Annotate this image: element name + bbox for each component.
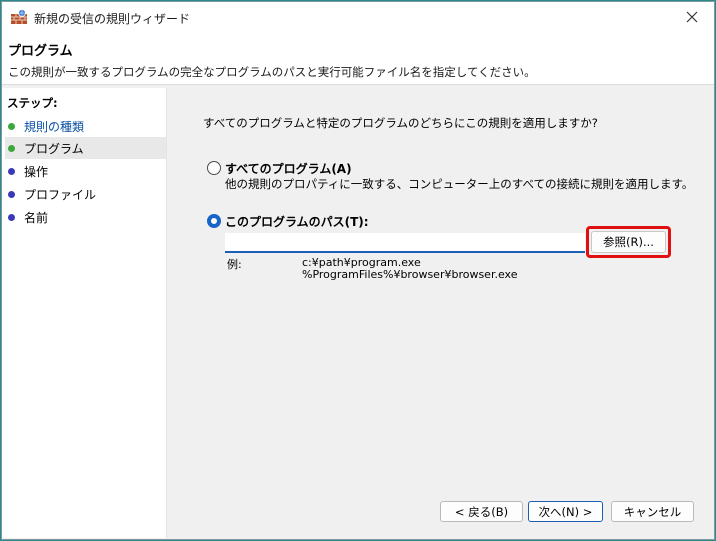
title-bar: 新規の受信の規則ウィザード (2, 2, 714, 32)
page-title: プログラム (8, 44, 73, 59)
step-status-icon (8, 167, 15, 175)
step-status-icon (8, 122, 15, 130)
steps-title: ステップ: (7, 96, 58, 110)
back-button[interactable]: < 戻る(B) (440, 501, 523, 522)
step-status-icon (8, 213, 15, 221)
close-button[interactable] (670, 2, 714, 32)
step-profile: プロファイル (5, 183, 166, 205)
step-action: 操作 (5, 160, 166, 182)
wizard-window: 新規の受信の規則ウィザード プログラム この規則が一致するプログラムの完全なプロ… (1, 1, 715, 540)
page-description: この規則が一致するプログラムの完全なプログラムのパスと実行可能ファイル名を指定し… (8, 65, 536, 79)
steps-sidebar: ステップ: 規則の種類 プログラム 操作 プロファイル 名前 (2, 88, 167, 538)
step-label: 規則の種類 (24, 119, 85, 134)
step-name: 名前 (5, 206, 166, 228)
main-content: すべてのプログラムと特定のプログラムのどちらにこの規則を適用しますか? すべての… (168, 88, 714, 538)
window-title: 新規の受信の規則ウィザード (34, 12, 191, 26)
step-label: プログラム (24, 141, 84, 156)
cancel-button[interactable]: キャンセル (611, 501, 694, 522)
program-path-input[interactable] (225, 233, 585, 253)
example-path-2: %ProgramFiles%¥browser¥browser.exe (302, 268, 518, 281)
scope-question: すべてのプログラムと特定のプログラムのどちらにこの規則を適用しますか? (203, 116, 598, 130)
close-icon (686, 11, 698, 23)
step-label: 名前 (24, 210, 49, 225)
program-path-radio[interactable] (207, 214, 221, 228)
step-status-icon (8, 190, 15, 198)
step-program[interactable]: プログラム (5, 137, 166, 159)
firewall-icon (11, 9, 27, 24)
next-button[interactable]: 次へ(N) > (528, 501, 603, 522)
step-status-icon (8, 144, 15, 152)
browse-button[interactable]: 参照(R)... (591, 231, 666, 253)
example-label: 例: (227, 258, 242, 271)
page-header: プログラム この規則が一致するプログラムの完全なプログラムのパスと実行可能ファイ… (2, 32, 714, 85)
all-programs-label[interactable]: すべてのプログラム(A) (225, 160, 352, 177)
step-rule-type[interactable]: 規則の種類 (5, 115, 166, 137)
all-programs-radio[interactable] (207, 161, 221, 175)
all-programs-description: 他の規則のプロパティに一致する、コンピューター上のすべての接続に規則を適用します… (225, 177, 694, 191)
step-label: 操作 (24, 164, 49, 179)
program-path-label[interactable]: このプログラムのパス(T): (225, 213, 369, 230)
step-label: プロファイル (24, 187, 97, 202)
